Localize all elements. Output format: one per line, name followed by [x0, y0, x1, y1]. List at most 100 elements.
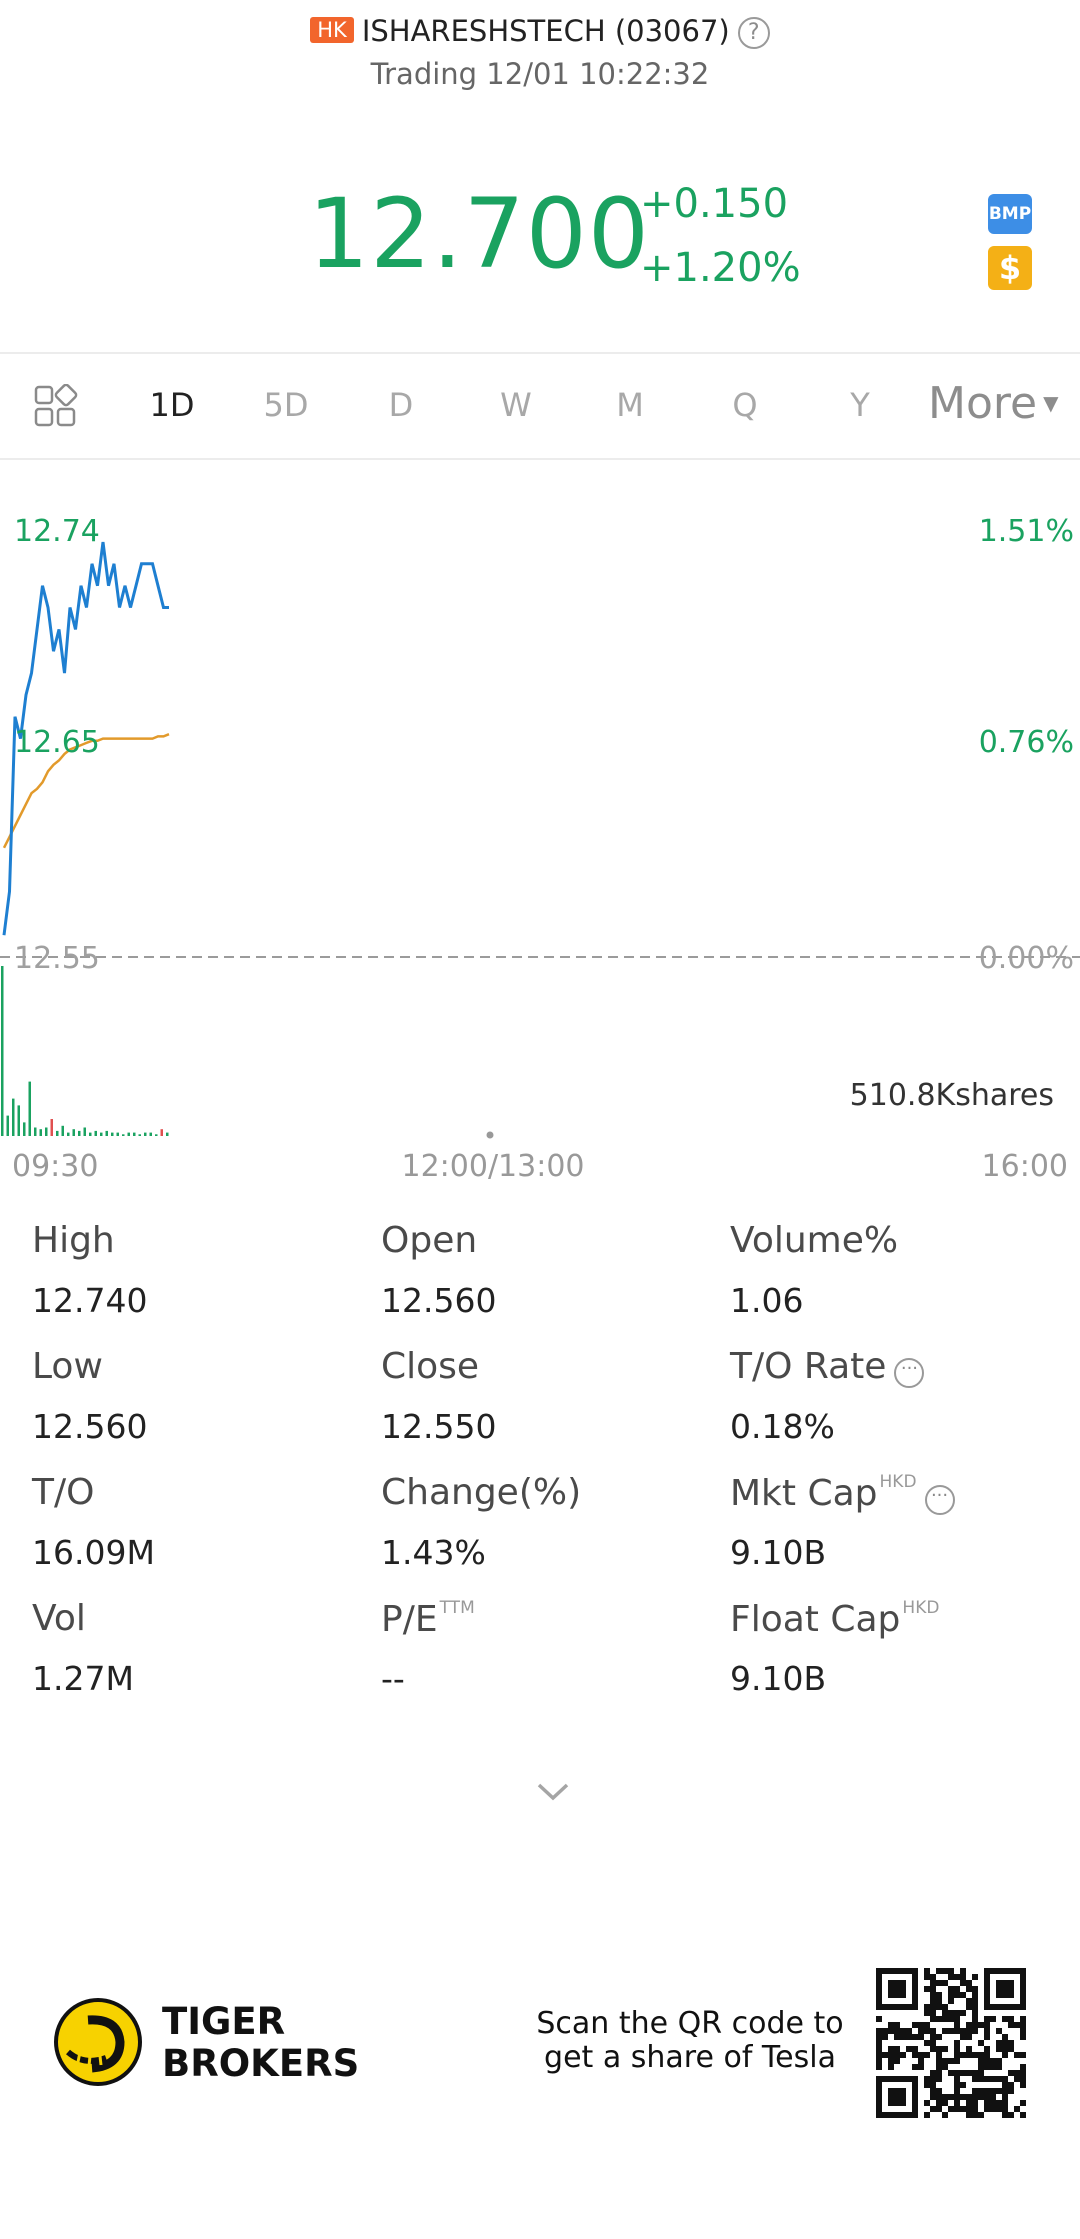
- floatcap-currency: HKD: [902, 1598, 940, 1618]
- info-dots-icon[interactable]: ···: [924, 1485, 955, 1515]
- volume-bar: [28, 1081, 31, 1136]
- volume-bar: [56, 1130, 59, 1136]
- percent-axis-top: 1.51%: [979, 514, 1074, 549]
- volume-bar: [160, 1129, 163, 1136]
- layout-grid-icon[interactable]: [34, 384, 78, 428]
- time-label-close: 16:00: [982, 1149, 1068, 1184]
- volume-bar: [61, 1125, 64, 1136]
- stat-high-label: High: [32, 1220, 115, 1261]
- stat-mktcap-value: 9.10B: [730, 1533, 827, 1572]
- tab-1d[interactable]: 1D: [142, 386, 202, 424]
- stat-floatcap-value: 9.10B: [730, 1659, 827, 1698]
- tab-5d[interactable]: 5D: [256, 386, 316, 424]
- volume-bar: [34, 1127, 37, 1136]
- floatcap-label-text: Float Cap: [730, 1599, 901, 1640]
- price-axis-bottom: 12.55: [14, 941, 100, 976]
- volume-bar: [39, 1129, 42, 1136]
- stat-close-value: 12.550: [381, 1407, 497, 1446]
- stat-volpct-value: 1.06: [730, 1281, 804, 1320]
- volume-label: 510.8Kshares: [850, 1078, 1054, 1113]
- stat-pe-label: P/E TTM: [381, 1598, 475, 1640]
- volume-bar: [83, 1127, 86, 1136]
- help-icon[interactable]: ?: [737, 17, 770, 49]
- volume-bar: [122, 1134, 125, 1136]
- period-selector: 1D 5D D W M Q Y More ▼: [0, 352, 1080, 460]
- volume-bar: [17, 1105, 20, 1136]
- stat-open-label: Open: [381, 1220, 478, 1261]
- stat-to-value: 16.09M: [32, 1533, 155, 1572]
- stat-low-label: Low: [32, 1346, 103, 1387]
- stat-open-value: 12.560: [381, 1281, 497, 1320]
- dollar-icon[interactable]: $: [988, 246, 1032, 290]
- volume-bar: [116, 1132, 119, 1136]
- volume-bar: [1, 966, 4, 1136]
- volume-bar: [89, 1132, 92, 1136]
- volume-bar: [23, 1122, 26, 1136]
- volume-bar: [45, 1127, 48, 1136]
- bmp-icon[interactable]: BMP: [988, 194, 1032, 234]
- volume-bar: [12, 1098, 15, 1136]
- stat-changepct-label: Change(%): [381, 1472, 582, 1513]
- tab-month[interactable]: M: [600, 386, 660, 424]
- symbol-name: ISHARESHSTECH (03067): [361, 14, 730, 48]
- tab-day[interactable]: D: [371, 386, 431, 424]
- volume-bar: [105, 1130, 108, 1136]
- volume-bar: [149, 1132, 152, 1136]
- price-axis-mid: 12.65: [14, 725, 100, 760]
- volume-bar: [67, 1132, 70, 1136]
- stat-vol-value: 1.27M: [32, 1659, 134, 1698]
- intraday-chart[interactable]: 12.74 12.65 12.55 1.51% 0.76% 0.00% 510.…: [0, 460, 1080, 1190]
- stat-volpct-label: Volume%: [730, 1220, 899, 1261]
- volume-bar: [50, 1119, 53, 1136]
- volume-bar: [94, 1130, 97, 1136]
- qr-code-icon: [876, 1968, 1026, 2118]
- tab-more[interactable]: More ▼: [928, 378, 1058, 429]
- volume-bar: [111, 1132, 114, 1136]
- volume-bar: [100, 1132, 103, 1136]
- volume-bars: [1, 966, 169, 1136]
- volume-bar: [127, 1132, 130, 1136]
- pe-label-text: P/E: [381, 1599, 438, 1640]
- stat-floatcap-label: Float Cap HKD: [730, 1598, 939, 1640]
- header-title: HK ISHARESHSTECH (03067)?: [0, 14, 1080, 49]
- stat-high-value: 12.740: [32, 1281, 148, 1320]
- stat-torate-value: 0.18%: [730, 1407, 835, 1446]
- promo-text-line2: get a share of Tesla: [544, 2040, 836, 2075]
- session-break-dot: [486, 1131, 494, 1139]
- volume-bar: [133, 1132, 136, 1136]
- volume-bar: [138, 1134, 141, 1136]
- more-label: More: [928, 378, 1038, 429]
- market-badge: HK: [310, 17, 354, 43]
- tiger-logo-icon: [54, 1998, 142, 2086]
- stat-to-label: T/O: [32, 1472, 95, 1513]
- caret-down-icon: ▼: [1043, 391, 1059, 415]
- volume-bar: [78, 1130, 81, 1136]
- tab-week[interactable]: W: [486, 386, 546, 424]
- last-price: 12.700: [308, 178, 650, 290]
- pe-ttm: TTM: [439, 1598, 475, 1618]
- price-change-percent: +1.20%: [640, 245, 801, 291]
- time-label-open: 09:30: [12, 1149, 98, 1184]
- trading-status: Trading 12/01 10:22:32: [370, 57, 710, 91]
- volume-bar: [72, 1129, 75, 1136]
- mktcap-label-text: Mkt Cap: [730, 1473, 878, 1514]
- info-dots-icon[interactable]: ···: [894, 1358, 925, 1388]
- stat-close-label: Close: [381, 1346, 480, 1387]
- price-axis-top: 12.74: [14, 514, 100, 549]
- percent-axis-mid: 0.76%: [979, 725, 1074, 760]
- volume-bar: [166, 1132, 169, 1136]
- torate-label-text: T/O Rate: [730, 1346, 887, 1387]
- stat-low-value: 12.560: [32, 1407, 148, 1446]
- volume-bar: [155, 1134, 158, 1136]
- volume-bar: [144, 1132, 147, 1136]
- chevron-down-icon[interactable]: [535, 1780, 571, 1804]
- tab-quarter[interactable]: Q: [715, 386, 775, 424]
- volume-bar: [6, 1115, 9, 1136]
- promo-text-line1: Scan the QR code to: [536, 2006, 844, 2041]
- brand-name-line1: TIGER: [162, 2000, 286, 2043]
- brand-name-line2: BROKERS: [162, 2042, 360, 2085]
- mktcap-currency: HKD: [879, 1472, 917, 1492]
- time-label-midday: 12:00/13:00: [401, 1149, 584, 1184]
- percent-axis-bottom: 0.00%: [979, 941, 1074, 976]
- tab-year[interactable]: Y: [830, 386, 890, 424]
